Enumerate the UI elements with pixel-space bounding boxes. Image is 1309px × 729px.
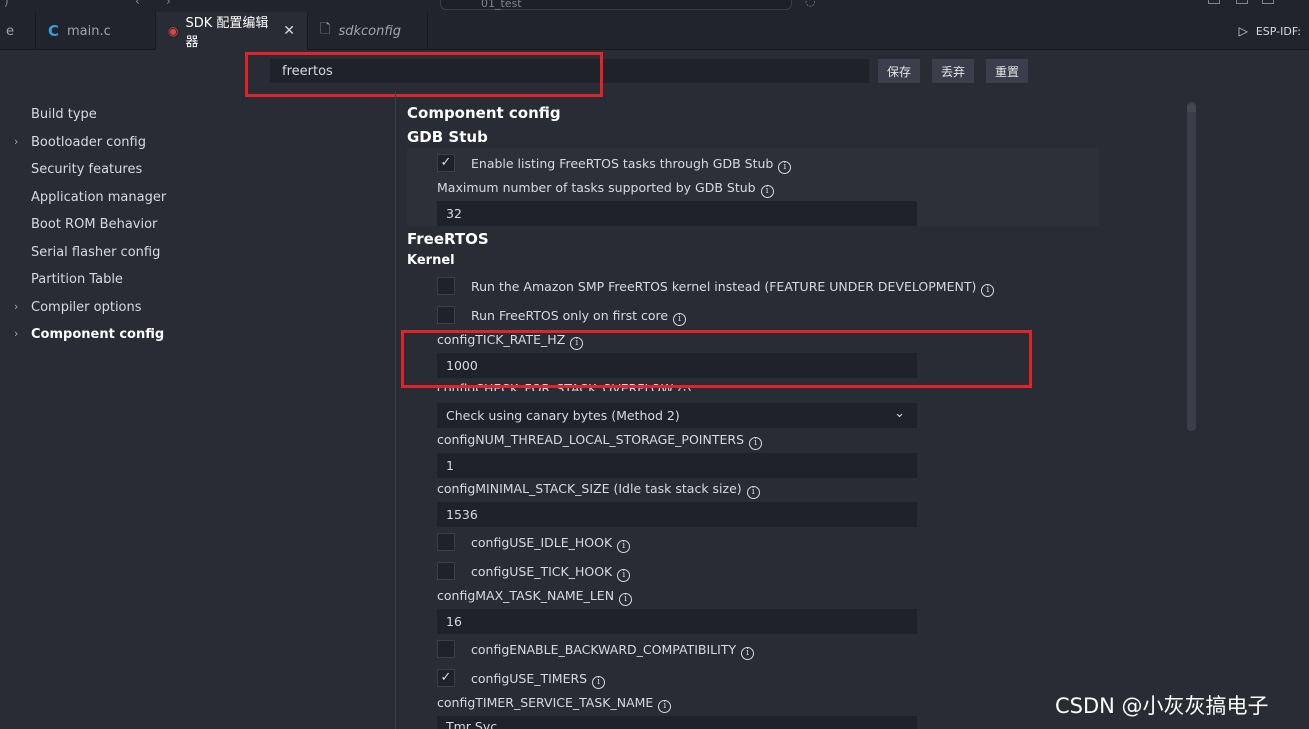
section-title-freertos: FreeRTOS [407,230,489,248]
copilot-icon[interactable]: ◌ [805,0,815,8]
info-icon[interactable]: i [592,676,606,689]
save-button[interactable]: 保存 [878,59,921,83]
sidebar-item-compiler-options[interactable]: Compiler options [31,300,142,315]
tab-sdk-config-editor[interactable]: ◉ SDK 配置编辑器 ✕ [156,12,308,50]
section-title-gdb-stub: GDB Stub [407,128,488,146]
sidebar: Build type › Bootloader config Security … [0,100,395,729]
section-title-component-config: Component config [407,104,561,122]
smp-kernel-label: Run the Amazon SMP FreeRTOS kernel inste… [471,279,995,297]
file-icon: 🗋 [320,22,331,37]
panel-toggle-icon[interactable] [1262,0,1274,4]
toolbar-right: ▷ ESP-IDF: [1239,24,1301,38]
forward-arrow-icon[interactable]: › [166,0,171,8]
sidebar-item-boot-rom-behavior[interactable]: Boot ROM Behavior [31,217,157,232]
max-task-name-input[interactable]: 16 [437,609,917,634]
tab-label: sdkconfig [338,23,401,39]
timer-task-name-value: Tmr Svc [446,719,498,729]
menu-icon[interactable]: ) [4,0,9,8]
idle-hook-checkbox[interactable] [437,533,455,551]
back-arrow-icon[interactable]: ‹ [135,0,140,8]
use-timers-checkbox[interactable]: ✓ [437,669,455,687]
layout-icon[interactable] [1208,0,1220,4]
info-icon[interactable]: i [749,437,763,450]
tls-pointers-label: configNUM_THREAD_LOCAL_STORAGE_POINTERS i [437,432,763,450]
tick-hook-checkbox[interactable] [437,562,455,580]
run-icon[interactable]: ▷ [1239,24,1248,38]
tab-sdkconfig[interactable]: 🗋 sdkconfig [308,12,428,50]
gdb-max-tasks-input[interactable]: 32 [437,201,917,226]
tick-hook-label: configUSE_TICK_HOOK i [471,564,631,582]
info-icon[interactable]: i [617,569,631,582]
info-icon[interactable]: i [981,284,995,297]
minimal-stack-input[interactable]: 1536 [437,502,917,527]
timer-task-name-label: configTIMER_SERVICE_TASK_NAME i [437,695,672,713]
reset-button[interactable]: 重置 [986,59,1029,83]
first-core-only-label: Run FreeRTOS only on first core i [471,308,687,326]
command-center[interactable]: ⌕ 01_test [440,0,792,10]
use-timers-label: configUSE_TIMERS i [471,671,606,689]
tick-rate-label: configTICK_RATE_HZ i [437,332,584,350]
info-icon[interactable]: i [778,161,792,174]
sidebar-item-component-config[interactable]: Component config [31,327,164,342]
sidebar-item-bootloader-config[interactable]: Bootloader config [31,135,146,150]
title-bar: ) ‹ › ⌕ 01_test ◌ [0,0,1309,12]
backward-compat-checkbox[interactable] [437,640,455,658]
tab-partial[interactable]: e [0,12,36,50]
chevron-right-icon[interactable]: › [14,300,18,313]
stack-overflow-value: Check using canary bytes (Method 2) [446,408,680,423]
info-icon[interactable]: i [760,185,774,198]
info-icon[interactable]: i [746,486,760,499]
watermark: CSDN @小灰灰搞电子 [1055,694,1269,718]
espressif-icon: ◉ [168,24,179,38]
info-icon[interactable]: i [619,593,633,606]
info-icon[interactable]: i [673,313,687,326]
info-icon[interactable]: i [741,647,755,660]
info-icon[interactable]: i [570,337,584,350]
chevron-down-icon: ⌄ [894,406,905,421]
sidebar-item-build-type[interactable]: Build type [31,107,97,122]
idle-hook-label: configUSE_IDLE_HOOK i [471,535,631,553]
scrollbar-thumb[interactable] [1187,104,1196,431]
smp-kernel-checkbox[interactable] [437,277,455,295]
info-icon[interactable]: i [617,540,631,553]
gdb-enable-listing-checkbox[interactable]: ✓ [437,154,455,172]
tab-label: SDK 配置编辑器 [185,16,269,50]
esp-idf-label[interactable]: ESP-IDF: [1256,25,1301,38]
max-task-name-label: configMAX_TASK_NAME_LEN i [437,588,633,606]
gdb-enable-listing-label: Enable listing FreeRTOS tasks through GD… [471,156,792,174]
sidebar-divider [395,92,396,729]
search-input[interactable] [270,59,869,83]
tick-rate-input[interactable]: 1000 [437,353,917,378]
close-icon[interactable]: ✕ [283,23,295,39]
tab-label: main.c [67,23,111,39]
tls-pointers-input[interactable]: 1 [437,453,917,478]
sidebar-toggle-icon[interactable] [1236,0,1248,4]
gdb-max-tasks-label: Maximum number of tasks supported by GDB… [437,180,774,198]
sidebar-item-serial-flasher-config[interactable]: Serial flasher config [31,245,160,260]
sidebar-item-partition-table[interactable]: Partition Table [31,272,123,287]
timer-task-name-input[interactable]: Tmr Svc [437,716,917,729]
sidebar-item-security-features[interactable]: Security features [31,162,142,177]
chevron-right-icon[interactable]: › [14,327,18,340]
sidebar-item-application-manager[interactable]: Application manager [31,190,166,205]
backward-compat-label: configENABLE_BACKWARD_COMPATIBILITY i [471,642,755,660]
minimal-stack-label: configMINIMAL_STACK_SIZE (Idle task stac… [437,481,760,499]
first-core-only-checkbox[interactable] [437,306,455,324]
tab-main-c[interactable]: C main.c [36,12,156,50]
command-center-label: 01_test [481,0,522,10]
section-title-kernel: Kernel [407,253,455,268]
info-icon[interactable]: i [658,700,672,713]
c-file-icon: C [48,22,60,40]
tab-label: e [6,23,14,39]
discard-button[interactable]: 丢弃 [932,59,975,83]
tab-bar: e C main.c ◉ SDK 配置编辑器 ✕ 🗋 sdkconfig ▷ E… [0,12,1309,50]
info-icon[interactable]: i [678,386,692,391]
chevron-right-icon[interactable]: › [14,135,18,148]
stack-overflow-label: configCHECK_FOR_STACK_OVERFLOWi [437,381,692,391]
stack-overflow-select[interactable]: Check using canary bytes (Method 2) ⌄ [437,403,917,428]
